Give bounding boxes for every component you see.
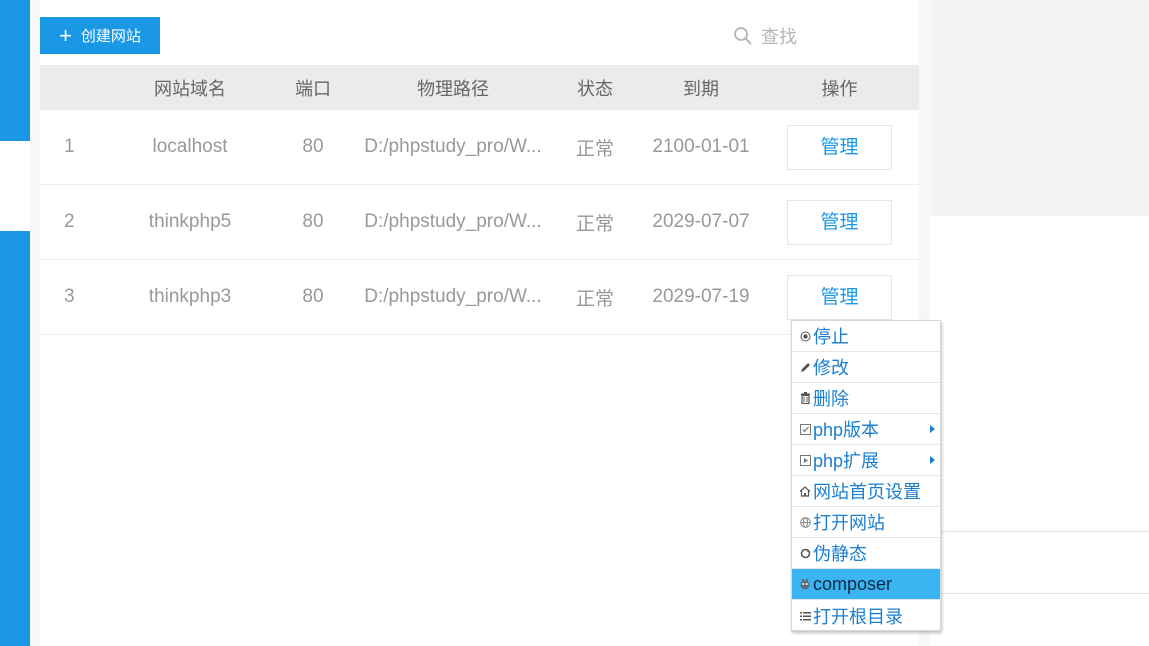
header-path: 物理路径 [417, 78, 489, 99]
row-domain: thinkphp5 [148, 211, 232, 232]
menu-item-label: 网站首页设置 [813, 482, 921, 502]
header-port: 端口 [295, 78, 331, 99]
rewrite-icon [798, 546, 812, 560]
menu-item-label: 删除 [813, 389, 849, 409]
php-version-icon [798, 422, 812, 436]
table-row: 1 localhost 80 D:/phpstudy_pro/W... 正常 2… [40, 110, 919, 185]
row-expiry: 2029-07-19 [652, 286, 750, 307]
header-action: 操作 [821, 78, 858, 99]
row-path: D:/phpstudy_pro/W... [364, 136, 542, 157]
menu-item-label: php扩展 [813, 451, 880, 471]
submenu-arrow-icon [930, 425, 935, 433]
menu-item-php-version[interactable]: php版本 [792, 414, 940, 445]
search-label: 查找 [761, 26, 797, 47]
row-path: D:/phpstudy_pro/W... [364, 286, 542, 307]
header-expiry: 到期 [683, 78, 719, 99]
manage-button[interactable]: 管理 [787, 124, 892, 170]
row-status: 正常 [575, 138, 614, 160]
menu-item-label: 停止 [813, 327, 849, 347]
menu-item-stop[interactable]: 停止 [792, 321, 940, 352]
menu-item-open-site[interactable]: 打开网站 [792, 507, 940, 538]
menu-item-homepage-settings[interactable]: 网站首页设置 [792, 476, 940, 507]
create-site-button[interactable]: + 创建网站 [40, 17, 160, 54]
manage-button[interactable]: 管理 [787, 274, 892, 320]
header-domain: 网站域名 [154, 78, 226, 99]
row-port: 80 [302, 136, 324, 157]
row-expiry: 2029-07-07 [652, 211, 750, 232]
stop-icon [798, 329, 812, 343]
search-input[interactable]: 查找 [611, 17, 919, 54]
row-domain: thinkphp3 [148, 286, 232, 307]
row-status: 正常 [575, 288, 614, 310]
left-nav-gap [0, 141, 30, 231]
globe-icon [798, 515, 812, 529]
search-icon [734, 26, 752, 45]
menu-item-edit[interactable]: 修改 [792, 352, 940, 383]
create-site-label: 创建网站 [80, 28, 141, 45]
menu-item-label: 打开根目录 [813, 606, 903, 627]
row-status: 正常 [575, 213, 614, 235]
composer-icon [798, 577, 812, 591]
table-header: 网站域名 端口 物理路径 状态 到期 操作 [40, 65, 919, 110]
row-index: 2 [64, 211, 75, 232]
menu-item-label: 伪静态 [813, 544, 867, 564]
context-menu: 停止 修改 删除 php版本 php扩展 网站首页设置 打开网站 伪静态 com… [791, 320, 941, 631]
row-path: D:/phpstudy_pro/W... [364, 211, 542, 232]
row-port: 80 [302, 211, 324, 232]
menu-item-label: 打开网站 [813, 513, 885, 533]
menu-item-label: composer [813, 573, 893, 594]
row-index: 3 [64, 286, 75, 307]
plus-icon: + [59, 22, 72, 48]
menu-item-label: php版本 [813, 420, 880, 440]
menu-item-delete[interactable]: 删除 [792, 383, 940, 414]
php-extension-icon [798, 453, 812, 467]
menu-item-php-extension[interactable]: php扩展 [792, 445, 940, 476]
table-row: 2 thinkphp5 80 D:/phpstudy_pro/W... 正常 2… [40, 185, 919, 260]
home-icon [798, 484, 812, 498]
header-status: 状态 [577, 78, 613, 99]
pencil-icon [798, 360, 812, 374]
manage-button[interactable]: 管理 [787, 199, 892, 245]
row-port: 80 [302, 286, 324, 307]
left-nav-strip [0, 0, 30, 646]
submenu-arrow-icon [930, 456, 935, 464]
menu-item-composer[interactable]: composer [792, 569, 940, 600]
trash-icon [798, 391, 812, 405]
row-expiry: 2100-01-01 [652, 136, 750, 157]
table-row: 3 thinkphp3 80 D:/phpstudy_pro/W... 正常 2… [40, 260, 919, 335]
right-divider-1 [930, 531, 1149, 532]
row-index: 1 [64, 136, 75, 157]
menu-item-rewrite[interactable]: 伪静态 [792, 538, 940, 569]
row-domain: localhost [152, 136, 228, 157]
menu-item-open-root-dir[interactable]: 打开根目录 [792, 600, 940, 631]
menu-item-label: 修改 [813, 358, 849, 378]
right-divider-2 [930, 593, 1149, 594]
list-icon [798, 609, 812, 623]
right-panel-upper [930, 0, 1149, 216]
